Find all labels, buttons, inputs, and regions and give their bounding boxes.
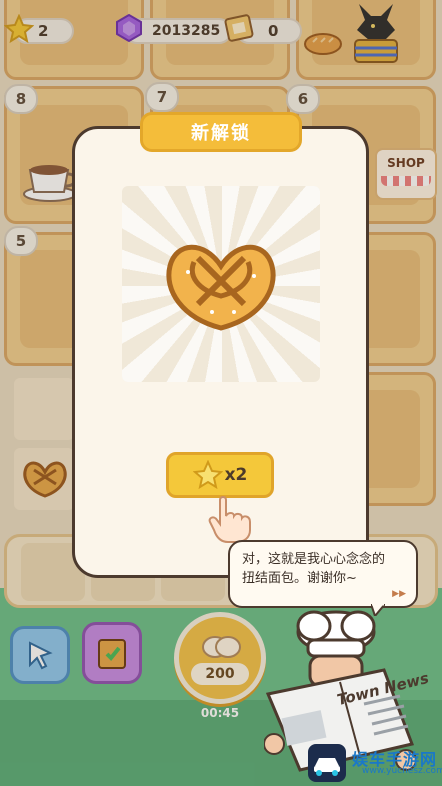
site-watermark: 娱车手游网 www.yuchesz.com: [304, 744, 442, 784]
collect-reward-button[interactable]: x2: [166, 452, 274, 498]
dialog-next-indicator[interactable]: ▶▶: [392, 585, 406, 604]
reward-amount: x2: [224, 465, 248, 485]
dialog-bubble[interactable]: 对，这就是我心心念念的 扭结面包。谢谢你~ ▶▶: [228, 540, 418, 608]
pointing-hand-icon: [208, 496, 251, 543]
app-logo-icon: [308, 744, 346, 782]
dialog-line: 扭结面包。谢谢你~: [242, 571, 357, 586]
dialog-line: 对，这就是我心心念念的: [242, 552, 386, 567]
popup-title: 新解锁: [140, 112, 302, 152]
pretzel-icon: [166, 244, 276, 331]
star-icon: [192, 460, 223, 490]
watermark-url: www.yuchesz.com: [362, 766, 442, 776]
